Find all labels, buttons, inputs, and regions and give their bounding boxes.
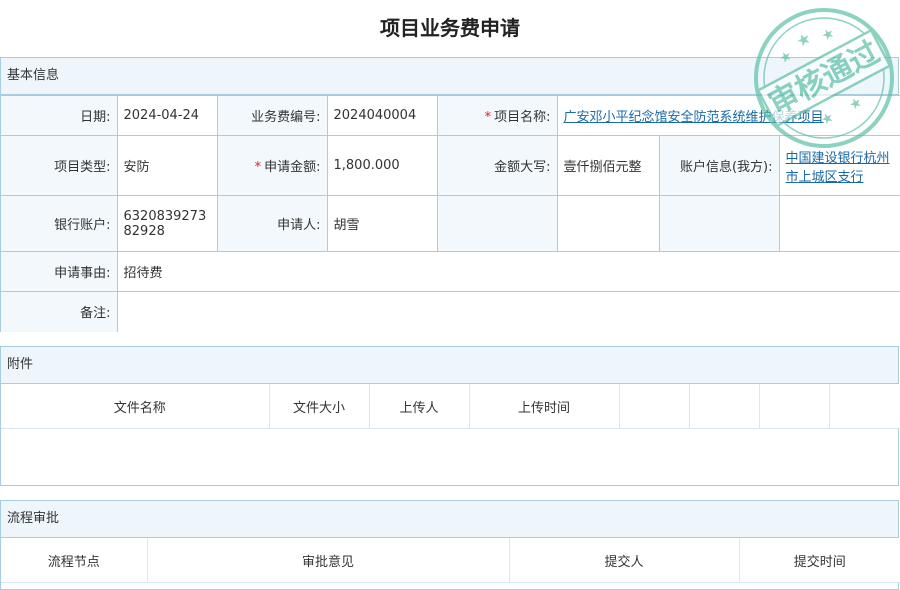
col-submit-time: 提交时间 bbox=[739, 538, 900, 583]
project-type-value: 安防 bbox=[116, 135, 218, 196]
project-name-label: 项目名称: bbox=[494, 110, 551, 125]
project-type-label: 项目类型: bbox=[1, 135, 118, 196]
col-empty bbox=[689, 384, 760, 429]
col-upload-time: 上传时间 bbox=[469, 384, 620, 429]
col-flow-node: 流程节点 bbox=[1, 538, 148, 583]
col-file-name: 文件名称 bbox=[1, 384, 270, 429]
bank-account-value: 632083927382928 bbox=[116, 195, 218, 252]
account-info-link[interactable]: 中国建设银行杭州市上城区支行 bbox=[786, 151, 890, 185]
col-empty bbox=[829, 384, 900, 429]
workflow-header: 流程审批 bbox=[1, 501, 898, 538]
basic-info-section: 基本信息 日期: 2024-04-24 业务费编号: 2024040004 * 项… bbox=[0, 57, 900, 332]
account-info-cell: 中国建设银行杭州市上城区支行 bbox=[778, 135, 900, 196]
date-value: 2024-04-24 bbox=[116, 95, 218, 136]
remark-value bbox=[116, 291, 900, 332]
amount-label: 申请金额: bbox=[264, 160, 321, 175]
empty-value-cell bbox=[778, 195, 900, 252]
amount-value: 1,800.000 bbox=[326, 135, 438, 196]
date-label: 日期: bbox=[1, 95, 118, 136]
reason-label: 申请事由: bbox=[1, 251, 118, 292]
col-empty bbox=[619, 384, 690, 429]
applicant-value: 胡雪 bbox=[326, 195, 438, 252]
col-empty bbox=[759, 384, 830, 429]
col-uploader: 上传人 bbox=[369, 384, 470, 429]
page-title: 项目业务费申请 bbox=[380, 16, 520, 40]
required-mark: * bbox=[254, 160, 262, 175]
col-file-size: 文件大小 bbox=[269, 384, 370, 429]
project-name-cell: 广安邓小平纪念馆安全防范系统维护保养项目 bbox=[556, 95, 900, 136]
applicant-label: 申请人: bbox=[216, 195, 328, 252]
fee-no-label: 业务费编号: bbox=[216, 95, 328, 136]
reason-value: 招待费 bbox=[116, 251, 900, 292]
amount-upper-value: 壹仟捌佰元整 bbox=[556, 135, 660, 196]
account-info-label: 账户信息(我方): bbox=[658, 135, 780, 196]
amount-label-cell: * 申请金额: bbox=[216, 135, 328, 196]
project-name-link[interactable]: 广安邓小平纪念馆安全防范系统维护保养项目 bbox=[564, 110, 824, 125]
attachments-table: 文件名称 文件大小 上传人 上传时间 bbox=[1, 384, 900, 429]
attachments-header: 附件 bbox=[1, 347, 898, 384]
attachments-section: 附件 文件名称 文件大小 上传人 上传时间 bbox=[0, 346, 900, 486]
empty-label-cell bbox=[658, 195, 780, 252]
fee-no-value: 2024040004 bbox=[326, 95, 438, 136]
basic-info-table: 日期: 2024-04-24 业务费编号: 2024040004 * 项目名称: … bbox=[1, 95, 900, 332]
project-name-label-cell: * 项目名称: bbox=[436, 95, 558, 136]
workflow-table: 流程节点 审批意见 提交人 提交时间 bbox=[1, 538, 900, 583]
bank-account-label: 银行账户: bbox=[1, 195, 118, 252]
required-mark: * bbox=[484, 110, 492, 125]
col-submitter: 提交人 bbox=[509, 538, 740, 583]
empty-value-cell bbox=[556, 195, 660, 252]
basic-info-header: 基本信息 bbox=[1, 58, 898, 95]
workflow-section: 流程审批 流程节点 审批意见 提交人 提交时间 bbox=[0, 500, 900, 590]
amount-upper-label: 金额大写: bbox=[436, 135, 558, 196]
col-opinion: 审批意见 bbox=[147, 538, 510, 583]
remark-label: 备注: bbox=[1, 291, 118, 332]
empty-label-cell bbox=[436, 195, 558, 252]
